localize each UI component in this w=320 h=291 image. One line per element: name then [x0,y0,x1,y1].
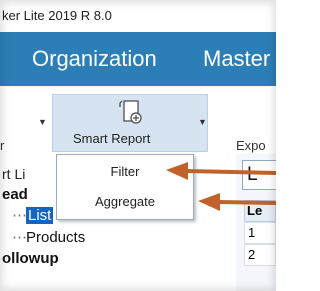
report-grid-panel: L Le 1 2 [236,154,276,291]
toolbar-left-label[interactable]: r [0,138,4,153]
window-title: ker Lite 2019 R 8.0 [2,8,112,23]
smart-report-dropdown: Filter Aggregate [56,154,194,220]
aggregate-menu-item[interactable]: Aggregate [57,187,193,217]
grid-row[interactable]: 1 [244,222,276,244]
report-tab[interactable]: L [242,160,276,190]
menu-organization[interactable]: Organization [32,46,157,72]
smart-report-icon [119,100,142,124]
menu-master[interactable]: Master [203,46,270,72]
smart-report-button[interactable]: Smart Report ▼ [52,94,208,152]
menu-bar: Organization Master [0,32,276,86]
tree-node-list-label: List [26,207,54,224]
tree-node-list[interactable]: ⋯ List [12,206,54,224]
tree-node-products[interactable]: ⋯Products [12,228,85,246]
ribbon-toolbar: r ▼ Smart Report ▼ Expo [0,86,276,155]
chevron-down-icon[interactable]: ▼ [198,117,207,127]
app-window: ker Lite 2019 R 8.0 Organization Master … [0,0,276,291]
title-bar: ker Lite 2019 R 8.0 [0,0,276,32]
filter-menu-item[interactable]: Filter [57,157,193,187]
smart-report-label: Smart Report [73,131,151,146]
grid-header-cell[interactable]: Le [244,200,276,222]
tree-node-followup[interactable]: ollowup [2,250,59,267]
tree-node-lead[interactable]: ead [2,186,28,203]
tree-panel-title: rt Li [2,166,26,182]
tree-node-products-label: Products [26,229,86,246]
export-button-label[interactable]: Expo [236,138,266,153]
grid-row[interactable]: 2 [244,244,276,266]
chevron-down-icon[interactable]: ▼ [38,117,47,127]
